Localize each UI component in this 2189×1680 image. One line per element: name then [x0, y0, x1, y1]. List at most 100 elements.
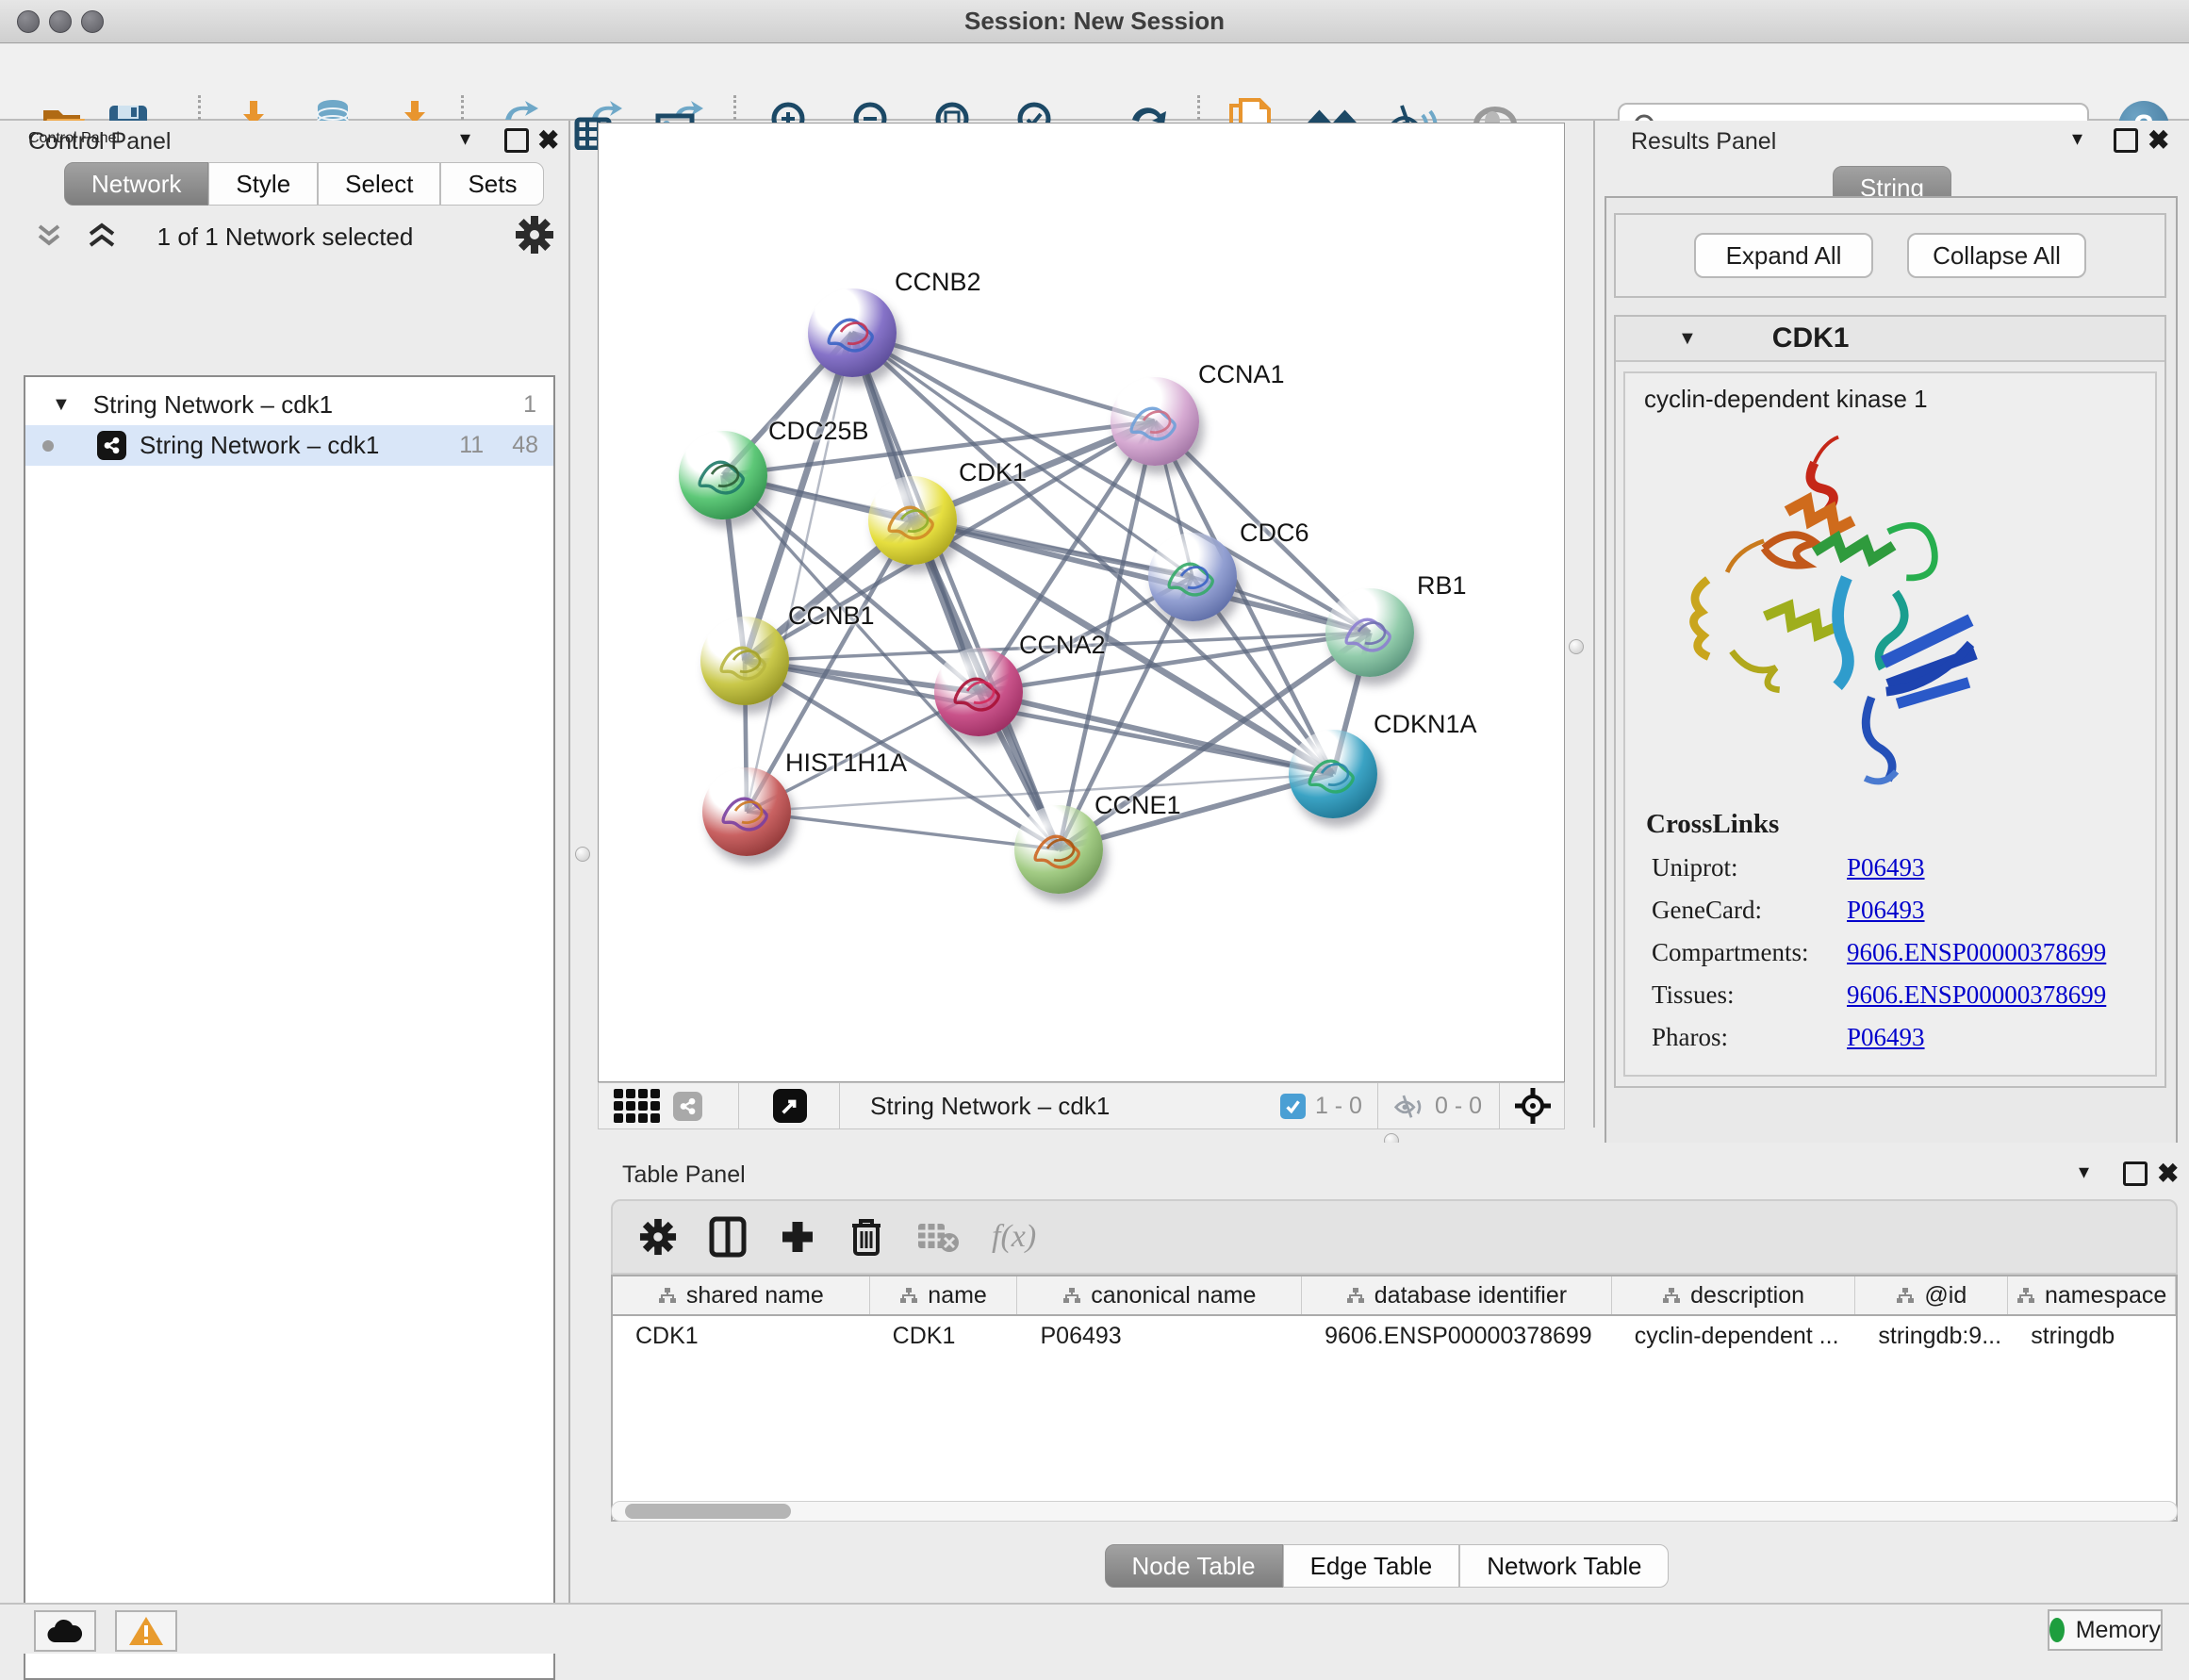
delete-column-trash-icon[interactable] [848, 1216, 884, 1258]
show-columns-icon[interactable] [709, 1216, 747, 1258]
selected-checkbox-icon[interactable] [1280, 1094, 1306, 1119]
table-tabs: Node TableEdge TableNetwork Table [584, 1544, 2189, 1588]
node-RB1[interactable] [1325, 588, 1414, 677]
column-header-at-id[interactable]: @id [1855, 1276, 2008, 1314]
network-view-toolbar: String Network – cdk1 1 - 0 0 - 0 [598, 1082, 1565, 1129]
node-CCNA1[interactable] [1111, 377, 1199, 466]
collapse-all-button[interactable]: Collapse All [1907, 233, 2086, 278]
column-header-name[interactable]: name [870, 1276, 1018, 1314]
crosslink-row: Uniprot:P06493 [1625, 853, 2155, 882]
crosslink-label: GeneCard: [1625, 896, 1847, 925]
node-CCNB1[interactable] [700, 617, 789, 705]
node-CDC25B[interactable] [679, 431, 767, 519]
float-panel-arrow-icon[interactable]: ▾ [2079, 1160, 2089, 1184]
table-row[interactable]: CDK1CDK1P064939606.ENSP00000378699cyclin… [613, 1316, 2176, 1356]
results-panel-title: Results Panel [1631, 128, 1776, 156]
edge-CCNA2-CDKN1A[interactable] [979, 692, 1333, 774]
cloud-status-button[interactable] [34, 1610, 96, 1652]
node-CDK1[interactable] [868, 476, 957, 565]
warnings-button[interactable] [115, 1610, 177, 1652]
network-tree: ▼ String Network – cdk1 1 String Network… [24, 375, 555, 1680]
node-CCNE1[interactable] [1014, 805, 1103, 894]
float-panel-arrow-icon[interactable]: ▾ [2072, 126, 2082, 151]
column-header-canonical-name[interactable]: canonical name [1017, 1276, 1302, 1314]
birds-eye-view-icon[interactable] [773, 1089, 807, 1123]
node-CCNA2[interactable] [934, 648, 1023, 736]
tab-select[interactable]: Select [318, 162, 440, 206]
table-cell[interactable]: CDK1 [870, 1316, 1018, 1356]
network-current-dot-icon [42, 440, 54, 452]
gene-section-header[interactable]: ▼ CDK1 [1616, 317, 2164, 362]
right-splitter-handle[interactable] [1569, 639, 1584, 654]
node-CDC6[interactable] [1148, 533, 1237, 621]
create-column-plus-icon[interactable] [779, 1218, 816, 1256]
collection-expand-icon[interactable]: ▼ [52, 394, 71, 416]
network-row[interactable]: String Network – cdk1 11 48 [25, 425, 553, 466]
network-edge-count: 48 [512, 432, 538, 459]
column-header-description[interactable]: description [1612, 1276, 1856, 1314]
table-body: CDK1CDK1P064939606.ENSP00000378699cyclin… [613, 1316, 2176, 1356]
gene-symbol: CDK1 [1772, 322, 1850, 354]
minimize-window-button[interactable] [49, 10, 72, 33]
string-view-icon[interactable] [673, 1092, 702, 1121]
table-cell[interactable]: cyclin-dependent ... [1612, 1316, 1856, 1356]
status-bar: Memory [0, 1603, 2189, 1654]
node-CCNB2[interactable] [808, 288, 897, 377]
grid-view-icon[interactable] [614, 1089, 660, 1123]
delete-table-icon[interactable] [916, 1220, 960, 1254]
section-collapse-icon[interactable]: ▼ [1678, 328, 1697, 350]
crosslink-link[interactable]: P06493 [1847, 853, 1925, 882]
node-HIST1H1A[interactable] [702, 767, 791, 856]
left-splitter-handle[interactable] [575, 847, 590, 862]
crosslink-label: Uniprot: [1625, 853, 1847, 882]
network-canvas[interactable]: CCNB2CCNA1CDC25BCDK1CDC6RB1CCNB1CCNA2CDK… [598, 123, 1565, 1082]
close-panel-icon[interactable]: ✖ [2148, 124, 2169, 156]
node-CDKN1A[interactable] [1289, 730, 1377, 818]
table-options-gear-icon[interactable] [639, 1218, 677, 1256]
close-panel-icon[interactable]: ✖ [2157, 1158, 2179, 1189]
selected-count: 1 - 0 [1315, 1093, 1362, 1120]
tab-style[interactable]: Style [208, 162, 318, 206]
function-builder-fx-icon[interactable]: f(x) [992, 1219, 1036, 1255]
table-cell[interactable]: 9606.ENSP00000378699 [1302, 1316, 1612, 1356]
expand-all-button[interactable]: Expand All [1694, 233, 1873, 278]
crosslink-link[interactable]: 9606.ENSP00000378699 [1847, 980, 2106, 1010]
node-label-CDKN1A: CDKN1A [1374, 710, 1477, 739]
zoom-window-button[interactable] [81, 10, 104, 33]
string-results-box: Expand All Collapse All ▼ CDK1 cyclin-de… [1605, 196, 2178, 1214]
table-cell[interactable]: stringdb [2008, 1316, 2176, 1356]
edge-HIST1H1A-CCNE1[interactable] [747, 812, 1059, 849]
tab-edge-table[interactable]: Edge Table [1283, 1544, 1460, 1588]
close-window-button[interactable] [17, 10, 40, 33]
control-panel-title: Control Panel [28, 128, 171, 156]
tab-sets[interactable]: Sets [440, 162, 544, 206]
network-collection-row[interactable]: ▼ String Network – cdk1 1 [25, 385, 553, 425]
crosslink-link[interactable]: P06493 [1847, 1023, 1925, 1052]
table-cell[interactable]: P06493 [1018, 1316, 1303, 1356]
scrollbar-thumb[interactable] [625, 1504, 791, 1519]
tab-network-table[interactable]: Network Table [1459, 1544, 1669, 1588]
crosslink-link[interactable]: 9606.ENSP00000378699 [1847, 938, 2106, 967]
table-header-row: shared namenamecanonical namedatabase id… [613, 1276, 2176, 1316]
network-selection-status: 1 of 1 Network selected [0, 222, 570, 252]
fit-selected-crosshair-icon[interactable] [1513, 1086, 1553, 1126]
crosslink-link[interactable]: P06493 [1847, 896, 1925, 925]
tab-network[interactable]: Network [64, 162, 208, 206]
network-label: String Network – cdk1 [140, 431, 379, 460]
column-header-database-identifier[interactable]: database identifier [1302, 1276, 1612, 1314]
control-panel: Control Panel Control Panel ▾ ✖ NetworkS… [0, 121, 570, 1603]
memory-button[interactable]: Memory [2048, 1609, 2163, 1651]
float-panel-arrow-icon[interactable]: ▾ [460, 126, 470, 151]
tab-node-table[interactable]: Node Table [1105, 1544, 1283, 1588]
column-header-namespace[interactable]: namespace [2008, 1276, 2176, 1314]
maximize-panel-icon[interactable] [2123, 1161, 2148, 1186]
table-cell[interactable]: CDK1 [613, 1316, 870, 1356]
table-cell[interactable]: stringdb:9... [1855, 1316, 2008, 1356]
column-header-shared-name[interactable]: shared name [613, 1276, 870, 1314]
maximize-panel-icon[interactable] [2114, 128, 2138, 153]
window-title: Session: New Session [964, 7, 1225, 36]
network-options-gear-icon[interactable] [515, 215, 554, 255]
table-horizontal-scrollbar[interactable] [611, 1501, 2178, 1522]
close-panel-icon[interactable]: ✖ [537, 124, 559, 156]
maximize-panel-icon[interactable] [504, 128, 529, 153]
